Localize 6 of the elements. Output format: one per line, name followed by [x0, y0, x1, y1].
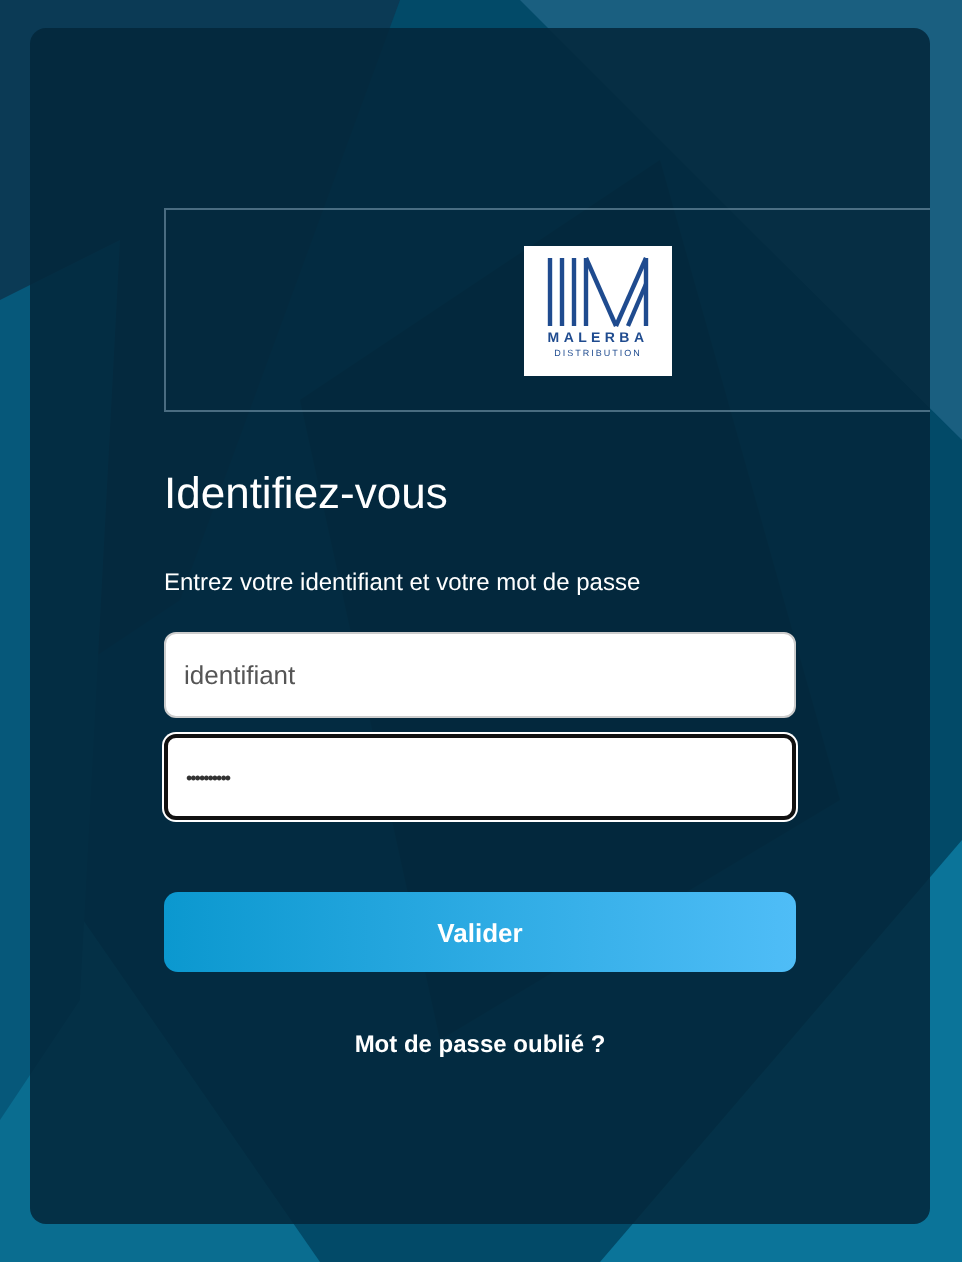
page-title: Identifiez-vous	[164, 468, 450, 521]
forgot-password-link[interactable]: Mot de passe oublié ?	[354, 1030, 606, 1059]
username-field[interactable]: identifiant	[164, 632, 796, 719]
instructions: Entrez votre identifiant et votre mot de passe	[164, 566, 643, 601]
logo-mark-icon	[544, 255, 652, 327]
password-field[interactable]: ••••••••••	[164, 734, 796, 821]
